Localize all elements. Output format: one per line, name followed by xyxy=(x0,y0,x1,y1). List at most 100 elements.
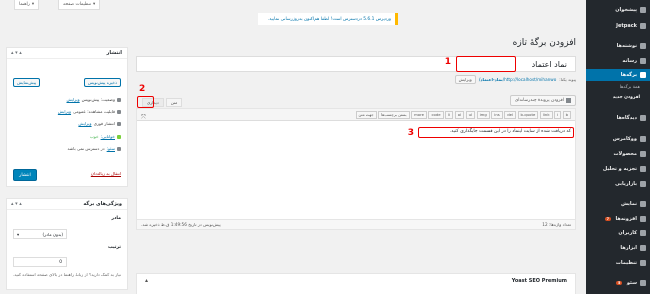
sidebar-item-pages[interactable]: برگه‌ها xyxy=(586,69,650,81)
woocommerce-icon xyxy=(640,136,646,142)
status-edit-link[interactable]: ویرایش xyxy=(67,97,80,102)
media-icon xyxy=(640,58,646,64)
fullscreen-icon[interactable]: ⤧ xyxy=(141,114,146,122)
page-attributes-box: ویژگی‌های برگه ▴ ▾ ▴ مادر (بدون مادر) ▾ تر… xyxy=(6,198,128,290)
box-arrows-icon[interactable]: ▴ ▾ ▴ xyxy=(11,201,22,207)
chevron-down-icon: ▾ xyxy=(17,231,20,237)
editor-toolbar-row: افزودن پروندهٔ چندرسانه‌ای متن دیداری xyxy=(136,95,576,107)
parent-label: مادر xyxy=(111,216,121,221)
appearance-icon xyxy=(640,201,646,207)
qt-close-tags[interactable]: بستن برچسب‌ها xyxy=(378,110,410,119)
marketing-icon xyxy=(640,181,646,187)
schedule-edit-link[interactable]: ویرایش xyxy=(78,121,91,126)
sidebar-item-plugins[interactable]: افزونه‌ها 7 xyxy=(586,213,650,225)
seo-badge: 5 xyxy=(616,281,622,285)
publish-button[interactable]: انتشار xyxy=(13,169,37,181)
sidebar-item-posts[interactable]: نوشته‌ها xyxy=(586,40,650,52)
readability-link[interactable]: خوانایی: xyxy=(101,134,115,139)
publish-box: انتشار ▴ ▾ ▴ ذخیره پیش‌نویس پیش‌نمایش وضع… xyxy=(6,47,128,187)
annotation-number-1: 1 xyxy=(444,57,451,67)
word-count: تعداد واژه‌ها: 12 xyxy=(542,222,571,227)
comments-icon xyxy=(640,115,646,121)
sidebar-sub-add-new[interactable]: افزودن جدید xyxy=(586,93,650,102)
qt-b[interactable]: b xyxy=(562,110,571,119)
order-label: ترتیب xyxy=(107,245,121,250)
seo-link[interactable]: سئو: xyxy=(107,146,115,151)
screen-options-button[interactable]: ▾ تنظیمات صفحه xyxy=(58,0,101,10)
chevron-up-icon[interactable]: ▴ xyxy=(145,277,148,284)
content-editor[interactable]: b i link b-quote del ins img ul ol li co… xyxy=(136,108,576,220)
sidebar-item-products[interactable]: محصولات xyxy=(586,148,650,160)
update-notice: وردپرس 5.6.1 دردسترس است! لطفا هم‌اکنون … xyxy=(258,13,398,25)
sidebar-item-seo[interactable]: سئو 5 xyxy=(586,277,650,289)
visibility-edit-link[interactable]: ویرایش xyxy=(58,109,71,114)
qt-code[interactable]: code xyxy=(428,110,444,119)
qt-i[interactable]: i xyxy=(554,110,562,119)
page-title: افزودن برگهٔ تازه xyxy=(512,38,576,48)
update-notice-link[interactable]: لطفا هم‌اکنون به‌روزرسانی نمایید. xyxy=(268,17,329,22)
seo-icon xyxy=(117,146,121,151)
preview-button[interactable]: پیش‌نمایش xyxy=(13,78,41,87)
quicktags-toolbar: b i link b-quote del ins img ul ol li co… xyxy=(137,109,575,121)
qt-del[interactable]: del xyxy=(504,110,517,119)
sidebar-item-comments[interactable]: دیدگاه‌ها xyxy=(586,112,650,124)
status-row: وضعیت: پیش‌نویس ویرایش xyxy=(67,97,121,102)
update-notice-version[interactable]: وردپرس 5.6.1 دردسترس است! xyxy=(331,17,391,22)
qt-link[interactable]: link xyxy=(539,110,553,119)
tab-text[interactable]: متن xyxy=(165,98,183,107)
sidebar-item-marketing[interactable]: بازاریابی xyxy=(586,178,650,190)
eye-icon xyxy=(117,109,121,114)
qt-blockquote[interactable]: b-quote xyxy=(517,110,539,119)
chevron-down-icon: ▾ xyxy=(93,2,96,7)
analytics-icon xyxy=(640,166,646,172)
sidebar-item-woocommerce[interactable]: ووکامرس xyxy=(586,133,650,145)
permalink-row: پیوند یکتا: http://localhost/mihanwo/نما… xyxy=(136,75,576,84)
dashboard-icon xyxy=(640,7,646,13)
readability-value: خوب xyxy=(89,134,99,139)
sidebar-item-tools[interactable]: ابزارها xyxy=(586,242,650,254)
help-button[interactable]: ▾ راهنما xyxy=(14,0,40,10)
save-draft-button[interactable]: ذخیره پیش‌نویس xyxy=(83,78,121,87)
box-arrows-icon[interactable]: ▴ ▾ ▴ xyxy=(11,50,22,56)
sidebar-item-appearance[interactable]: نمایش xyxy=(586,198,650,210)
seo-value: در دسترس نمی باشد xyxy=(67,146,105,151)
sidebar-sub-all-pages[interactable]: همهٔ برگه‌ها xyxy=(586,83,650,92)
parent-select[interactable]: (بدون مادر) ▾ xyxy=(13,229,67,239)
plugins-update-badge: 7 xyxy=(605,217,611,221)
permalink-edit-button[interactable]: ویرایش xyxy=(454,75,476,84)
settings-icon xyxy=(640,260,646,266)
qt-ul[interactable]: ul xyxy=(465,110,476,119)
yoast-icon xyxy=(640,280,646,286)
sidebar-item-jetpack[interactable]: Jetpack xyxy=(586,20,650,32)
qt-li[interactable]: li xyxy=(445,110,454,119)
order-input[interactable]: 0 xyxy=(13,257,67,267)
tools-icon xyxy=(640,245,646,251)
readability-row: خوانایی: خوب xyxy=(90,134,121,139)
permalink-label: پیوند یکتا: xyxy=(559,77,576,82)
pages-icon xyxy=(640,72,646,78)
attributes-help-text: نیاز به کمک دارید؟ از زبانهٔ راهنما در ب… xyxy=(12,272,121,277)
qt-more[interactable]: more xyxy=(411,110,427,119)
page-attributes-header: ویژگی‌های برگه ▴ ▾ ▴ xyxy=(7,199,127,210)
visibility-row: قابلیت مشاهده: عمومی ویرایش xyxy=(58,109,121,114)
annotation-number-3: 3 xyxy=(407,128,414,138)
qt-ins[interactable]: ins xyxy=(491,110,503,119)
qt-img[interactable]: img xyxy=(476,110,490,119)
sidebar-item-settings[interactable]: تنظیمات xyxy=(586,257,650,269)
sidebar-item-users[interactable]: کاربران xyxy=(586,227,650,239)
sidebar-item-dashboard[interactable]: پیشخوان xyxy=(586,4,650,16)
admin-sidebar: پیشخوان Jetpack نوشته‌ها رسانه برگه‌ها ه… xyxy=(586,0,650,294)
qt-ol[interactable]: ol xyxy=(454,110,465,119)
sidebar-item-media[interactable]: رسانه xyxy=(586,55,650,67)
plugins-icon xyxy=(640,216,646,222)
add-media-button[interactable]: افزودن پروندهٔ چندرسانه‌ای xyxy=(509,95,576,106)
sidebar-item-analytics[interactable]: تجزیه و تحلیل xyxy=(586,163,650,175)
yoast-metabox[interactable]: Yoast SEO Premium ▴ xyxy=(136,273,576,294)
permalink-url[interactable]: http://localhost/mihanwo/نماد-اعتماد/ xyxy=(479,77,556,82)
move-to-trash-link[interactable]: انتقال به زباله‌دان xyxy=(91,171,121,176)
annotation-box-content xyxy=(418,127,574,138)
qt-text-direction[interactable]: جهت متن xyxy=(355,110,377,119)
schedule-row: انتشار فوری ویرایش xyxy=(78,121,121,126)
pin-icon xyxy=(117,97,121,102)
publish-box-header: انتشار ▴ ▾ ▴ xyxy=(7,48,127,59)
